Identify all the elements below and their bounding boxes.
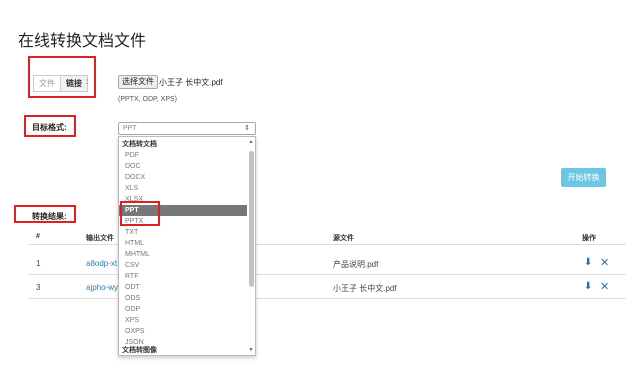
start-convert-button[interactable]: 开始转换	[561, 168, 606, 187]
tabs-colon: :	[86, 77, 89, 86]
close-icon[interactable]: ✕	[600, 256, 609, 269]
updown-caret-icon: ⇕	[244, 125, 250, 132]
dropdown-option[interactable]: CSV	[119, 260, 247, 271]
selected-option-highlight	[120, 201, 160, 226]
col-header-source: 源文件	[333, 235, 354, 242]
row2-source: 小王子 长中文.pdf	[333, 284, 397, 293]
tab-link[interactable]: 链接	[60, 76, 87, 91]
source-tabs: 文件 链接	[33, 75, 88, 92]
dropdown-option[interactable]: RTF	[119, 271, 247, 282]
download-icon[interactable]: ⬇	[584, 257, 592, 268]
dropdown-group-doc: 文档转文档	[122, 141, 157, 148]
row2-index: 3	[36, 283, 41, 292]
tab-file[interactable]: 文件	[34, 76, 60, 91]
dropdown-option[interactable]: TXT	[119, 227, 247, 238]
dropdown-option[interactable]: OXPS	[119, 326, 247, 337]
dropdown-scrollbar[interactable]	[249, 151, 254, 287]
selected-file-name: 小王子 长中文.pdf	[159, 78, 223, 87]
dropdown-option[interactable]: XLS	[119, 183, 247, 194]
row2-output-link[interactable]: ajpho-wy	[86, 283, 118, 292]
page-title: 在线转换文档文件	[18, 33, 147, 50]
col-header-index: #	[36, 233, 40, 240]
dropdown-option[interactable]: PDF	[119, 150, 247, 161]
row1-source: 产品说明.pdf	[333, 260, 379, 269]
row1-output-link[interactable]: a8odp-xt	[86, 259, 117, 268]
download-icon[interactable]: ⬇	[584, 281, 592, 292]
dropdown-option[interactable]: ODS	[119, 293, 247, 304]
dropdown-option[interactable]: ODT	[119, 282, 247, 293]
choose-file-button[interactable]: 选择文件	[118, 75, 158, 89]
col-header-actions: 操作	[582, 235, 596, 242]
target-format-value: PPT	[123, 125, 137, 132]
file-format-hint: (PPTX, ODP, XPS)	[118, 96, 177, 103]
dropdown-group-image: 文档转图像	[122, 347, 157, 354]
col-header-output: 输出文件	[86, 235, 114, 242]
dropdown-option[interactable]: HTML	[119, 238, 247, 249]
target-format-select[interactable]: PPT ⇕	[118, 122, 256, 135]
format-dropdown-list[interactable]: 文档转文档 PDF DOC DOCX XLS XLSX PPT PPTX TXT…	[118, 136, 256, 356]
close-icon[interactable]: ✕	[600, 280, 609, 293]
row1-index: 1	[36, 259, 41, 268]
result-label: 转换结果:	[32, 212, 67, 221]
dropdown-option[interactable]: DOCX	[119, 172, 247, 183]
dropdown-option[interactable]: ODP	[119, 304, 247, 315]
dropdown-option[interactable]: DOC	[119, 161, 247, 172]
target-format-label: 目标格式:	[32, 123, 67, 132]
scroll-down-arrow-icon[interactable]: ▼	[248, 347, 254, 353]
dropdown-option[interactable]: MHTML	[119, 249, 247, 260]
dropdown-option[interactable]: XPS	[119, 315, 247, 326]
scroll-up-arrow-icon[interactable]: ▲	[248, 139, 254, 145]
